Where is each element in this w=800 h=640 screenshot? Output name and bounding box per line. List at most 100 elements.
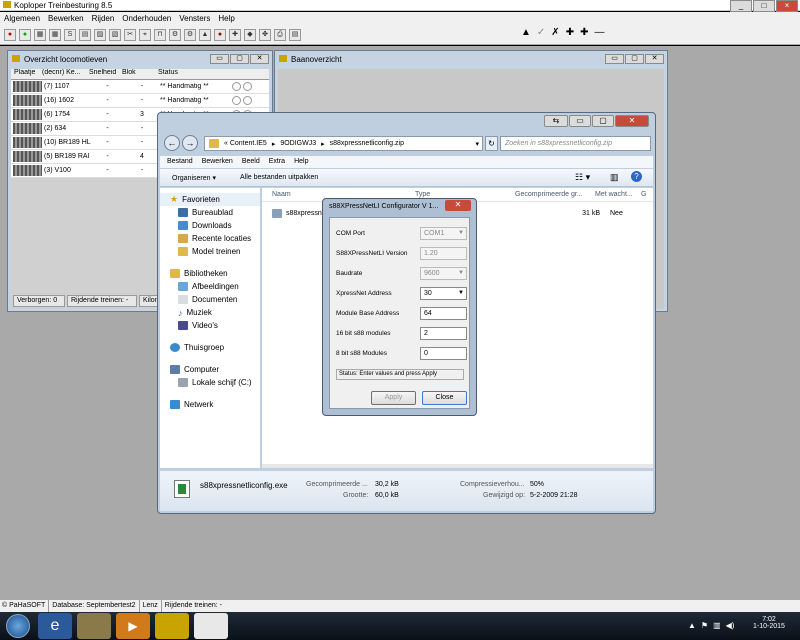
help-icon[interactable]: ? (631, 171, 642, 182)
triangle-up-icon[interactable]: ▲ (521, 27, 531, 38)
menu-onderhouden[interactable]: Onderhouden (122, 14, 171, 23)
refresh-icon[interactable]: ↻ (485, 136, 498, 151)
field-input[interactable]: 0 (420, 346, 467, 360)
nav-local-disk[interactable]: Lokale schijf (C:) (160, 376, 260, 389)
restore-icon[interactable]: ⇆ (544, 115, 568, 127)
network-icon[interactable]: ▥ (713, 621, 721, 630)
minimize-button[interactable]: ▭ (569, 115, 591, 127)
grid-icon[interactable]: ▦ (49, 28, 61, 41)
menu-bewerken[interactable]: Bewerken (48, 14, 84, 23)
pin-icon[interactable]: ● (4, 28, 16, 41)
nav-videos[interactable]: Video's (160, 319, 260, 332)
tool-icon[interactable]: ▨ (94, 28, 106, 41)
nav-recent[interactable]: Recente locaties (160, 232, 260, 245)
extract-all-button[interactable]: Alle bestanden uitpakken (240, 174, 318, 181)
signal-icon[interactable] (232, 96, 241, 105)
tool-icon[interactable]: ◆ (244, 28, 256, 41)
column-header[interactable]: Snelheid (87, 69, 120, 79)
move-icon[interactable]: ✚ (566, 27, 574, 38)
tool-icon[interactable]: ✂ (124, 28, 136, 41)
menu-bestand[interactable]: Bestand (167, 156, 193, 168)
breadcrumb-item[interactable]: « Content.IE5 (224, 140, 267, 147)
column-header[interactable]: G (637, 188, 651, 201)
media-player-icon[interactable]: ▶ (116, 613, 150, 639)
address-bar[interactable]: « Content.IE5 ▸ 9ODIGWJ3 ▸ s88xpressnetlic… (204, 136, 483, 151)
maximize-button[interactable]: ▢ (625, 54, 644, 64)
s-icon[interactable]: S (64, 28, 76, 41)
stop-icon[interactable]: ● (214, 28, 226, 41)
volume-icon[interactable]: ◀) (726, 621, 735, 630)
tool-icon[interactable]: ⌖ (139, 28, 151, 41)
cross-icon[interactable]: ✗ (551, 27, 559, 38)
close-button[interactable]: ✕ (645, 54, 664, 64)
plus-icon[interactable]: ✚ (580, 27, 588, 38)
explorer-taskbar-icon[interactable] (77, 613, 111, 639)
menu-help[interactable]: Help (218, 14, 234, 23)
menu-help[interactable]: Help (294, 156, 308, 168)
nav-computer[interactable]: Computer (160, 363, 260, 376)
pin-icon[interactable]: ● (19, 28, 31, 41)
lock-icon[interactable]: ⊓ (154, 28, 166, 41)
maximize-button[interactable]: ▢ (592, 115, 614, 127)
close-button[interactable]: ✕ (615, 115, 649, 127)
breadcrumb-item[interactable]: s88xpressnetliconfig.zip (330, 140, 404, 147)
horizontal-scrollbar[interactable] (262, 464, 653, 468)
column-header[interactable]: Blok (120, 69, 156, 79)
view-options-icon[interactable]: ☷ ▾ (575, 172, 590, 183)
tool-icon[interactable]: ▧ (109, 28, 121, 41)
nav-libraries[interactable]: Bibliotheken (160, 267, 260, 280)
column-header[interactable]: Gecomprimeerde gr... (505, 188, 585, 201)
tool-icon[interactable]: ✚ (229, 28, 241, 41)
flag-icon[interactable]: ⚑ (701, 621, 708, 630)
maximize-button[interactable]: □ (753, 0, 775, 12)
train-icon[interactable]: ▲ (199, 28, 211, 41)
menu-algemeen[interactable]: Algemeen (4, 14, 40, 23)
table-row[interactable]: (16) 1602 - - ** Handmatig ** (11, 94, 269, 108)
minimize-button[interactable]: ▭ (210, 54, 229, 64)
print-icon[interactable]: ⎙ (274, 28, 286, 41)
forward-button[interactable]: → (182, 135, 198, 151)
menu-beeld[interactable]: Beeld (242, 156, 260, 168)
check-icon[interactable]: ✓ (537, 27, 545, 38)
nav-network[interactable]: Netwerk (160, 398, 260, 411)
close-dialog-button[interactable]: Close (422, 391, 467, 405)
column-header[interactable]: Status (156, 69, 226, 79)
calculator-icon[interactable]: ▤ (289, 28, 301, 41)
preview-pane-icon[interactable]: ▥ (610, 172, 619, 183)
search-input[interactable]: Zoeken in s88xpressnetliconfig.zip (500, 136, 651, 151)
menu-rijden[interactable]: Rijden (92, 14, 115, 23)
close-button[interactable]: ✕ (445, 200, 471, 211)
apply-button[interactable]: Apply (371, 391, 416, 405)
menu-vensters[interactable]: Vensters (179, 14, 210, 23)
nav-music[interactable]: ♪ Muziek (160, 306, 260, 319)
clock[interactable]: 7:02 1-10-2015 (752, 616, 786, 630)
organize-button[interactable]: Organiseren ▾ (172, 174, 216, 182)
nav-desktop[interactable]: Bureaublad (160, 206, 260, 219)
grid-icon[interactable]: ▦ (34, 28, 46, 41)
tool-icon[interactable]: ✤ (259, 28, 271, 41)
column-header[interactable]: Plaatje (11, 69, 40, 79)
column-header[interactable]: Met wacht... (585, 188, 637, 201)
signal-icon[interactable] (232, 82, 241, 91)
koploper-taskbar-icon[interactable] (155, 613, 189, 639)
close-button[interactable]: × (776, 0, 798, 12)
table-row[interactable]: (7) 1107 - - ** Handmatig ** (11, 80, 269, 94)
breadcrumb-item[interactable]: 9ODIGWJ3 (280, 140, 316, 147)
nav-homegroup[interactable]: Thuisgroep (160, 341, 260, 354)
field-input[interactable]: 64 (420, 306, 467, 320)
signal-icon[interactable] (243, 82, 252, 91)
nav-favorites[interactable]: ★ Favorieten (160, 193, 260, 206)
field-input[interactable]: 30 ▼ (420, 286, 467, 300)
menu-bewerken[interactable]: Bewerken (202, 156, 233, 168)
nav-model-trains[interactable]: Model treinen (160, 245, 260, 258)
close-button[interactable]: ✕ (250, 54, 269, 64)
train-icon[interactable]: ⚙ (184, 28, 196, 41)
train-icon[interactable]: ⚙ (169, 28, 181, 41)
back-button[interactable]: ← (164, 135, 180, 151)
column-header[interactable]: (decnr) Ke... (40, 69, 87, 79)
nav-downloads[interactable]: Downloads (160, 219, 260, 232)
tool-icon[interactable]: ▤ (79, 28, 91, 41)
maximize-button[interactable]: ▢ (230, 54, 249, 64)
configurator-taskbar-icon[interactable] (194, 613, 228, 639)
internet-explorer-icon[interactable]: e (38, 613, 72, 639)
